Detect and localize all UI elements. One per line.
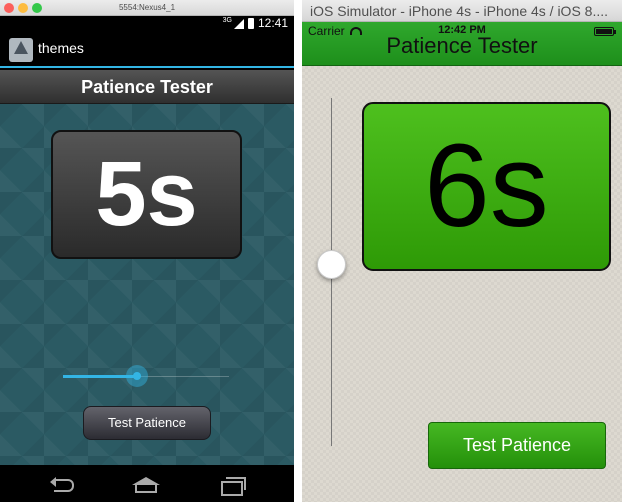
home-icon[interactable]: [132, 477, 160, 493]
android-emulator-window: 5554:Nexus4_1 3G 12:41 themes Patience T…: [0, 0, 294, 502]
ios-window-titlebar: iOS Simulator - iPhone 4s - iPhone 4s / …: [302, 0, 622, 22]
ios-timer-display: 6s: [362, 102, 611, 271]
app-title: themes: [38, 40, 84, 56]
android-content-area: 5s Test Patience: [0, 104, 294, 465]
network-type-label: 3G: [222, 17, 232, 24]
android-slider-track-inactive[interactable]: [137, 376, 229, 377]
android-page-header: Patience Tester: [0, 70, 294, 104]
android-action-bar: themes: [0, 30, 294, 68]
close-window-icon[interactable]: [4, 3, 14, 13]
recent-apps-icon[interactable]: [221, 477, 246, 496]
ios-content-area: 6s Test Patience: [302, 66, 622, 502]
android-window-titlebar: 5554:Nexus4_1: [0, 0, 294, 16]
ios-navigation-bar: Carrier 12:42 PM Patience Tester: [302, 22, 622, 66]
android-window-title: 5554:Nexus4_1: [118, 3, 176, 12]
android-status-bar: 3G 12:41: [0, 16, 294, 30]
ios-page-title: Patience Tester: [386, 33, 538, 58]
ios-test-patience-button[interactable]: Test Patience: [428, 422, 606, 469]
ios-window-title: iOS Simulator - iPhone 4s - iPhone 4s / …: [310, 3, 609, 19]
android-timer-display: 5s: [51, 130, 242, 259]
ios-simulator-window: iOS Simulator - iPhone 4s - iPhone 4s / …: [302, 0, 622, 502]
android-navigation-bar: [0, 465, 294, 502]
android-slider-thumb[interactable]: [126, 365, 148, 387]
battery-icon: [248, 18, 254, 29]
back-icon[interactable]: [50, 477, 74, 492]
zoom-window-icon[interactable]: [32, 3, 42, 13]
ios-vertical-slider-thumb[interactable]: [317, 250, 346, 279]
signal-strength-icon: [234, 19, 244, 29]
app-logo-icon[interactable]: [9, 38, 33, 62]
android-test-patience-button[interactable]: Test Patience: [83, 406, 211, 440]
minimize-window-icon[interactable]: [18, 3, 28, 13]
android-status-time: 12:41: [257, 16, 288, 30]
